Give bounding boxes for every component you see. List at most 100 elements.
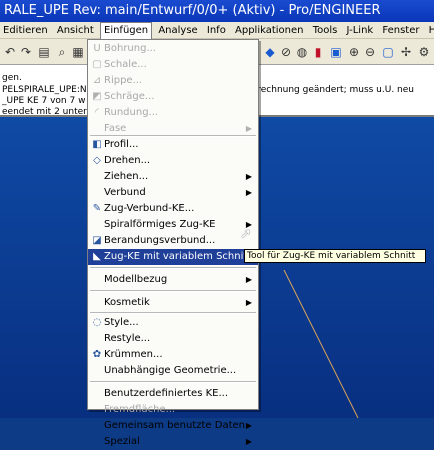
- menu-item-label: Berandungsverbund...: [104, 235, 216, 246]
- menu-item[interactable]: Fremdfläche...: [88, 402, 258, 418]
- menu-item-label: Zug-Verbund-KE...: [104, 203, 195, 214]
- mouse-cursor-icon: ➚: [240, 226, 252, 242]
- menu-item-label: Benutzerdefiniertes KE...: [104, 388, 228, 399]
- undo-icon[interactable]: ↶: [2, 44, 18, 60]
- menu-item[interactable]: Verbund ▶: [88, 185, 258, 201]
- menu-item-label: Krümmen...: [104, 349, 163, 360]
- menu-item-label: Zug-KE mit variablem Schnitt...: [104, 251, 261, 262]
- appearance-icon[interactable]: ◍: [294, 44, 310, 60]
- menu-item-label: Rippe...: [104, 75, 143, 86]
- menu-item-label: Ziehen...: [104, 171, 149, 182]
- menu-bar: Editieren Ansicht Einfügen Analyse Info …: [0, 22, 434, 39]
- menu-item[interactable]: Unabhängige Geometrie...: [88, 363, 258, 379]
- extrude-icon: ◧: [92, 139, 102, 150]
- menu-item-label: Fase: [104, 123, 127, 134]
- refit-icon[interactable]: ▢: [380, 44, 396, 60]
- revolve-icon: ◇: [93, 155, 101, 166]
- color-icon[interactable]: ▮: [310, 44, 326, 60]
- menu-item[interactable]: Fase ▶: [88, 121, 258, 137]
- submenu-arrow-icon: ▶: [245, 188, 252, 197]
- menu-item-label: Schräge...: [104, 91, 155, 102]
- menu-separator: [90, 267, 256, 269]
- round-icon: ◜: [95, 107, 99, 118]
- menu-ansicht[interactable]: Ansicht: [54, 22, 97, 39]
- submenu-arrow-icon: ▶: [245, 172, 252, 181]
- menu-item[interactable]: Modellbezug ▶: [88, 272, 258, 288]
- menu-item-label: Drehen...: [104, 155, 151, 166]
- menu-item-label: Verbund: [104, 187, 146, 198]
- einfuegen-dropdown-menu: U Bohrung... ▢ Schale... ⊿ Rippe... ◩ Schräge..…: [87, 39, 261, 447]
- menu-item[interactable]: ⊿ Rippe...: [88, 73, 258, 89]
- find-icon[interactable]: ⌕: [54, 44, 70, 60]
- menu-item-label: Unabhängige Geometrie...: [104, 365, 237, 376]
- menu-item[interactable]: Spiralförmiges Zug-KE ▶: [88, 217, 258, 233]
- menu-analyse[interactable]: Analyse: [155, 22, 200, 39]
- rib-icon: ⊿: [92, 75, 102, 86]
- menu-fenster[interactable]: Fenster: [379, 22, 422, 39]
- menu-item[interactable]: ◩ Schräge...: [88, 89, 258, 105]
- menu-item[interactable]: Gemeinsam benutzte Daten ▶: [88, 418, 258, 434]
- warp-icon: ✿: [92, 349, 102, 360]
- menu-item[interactable]: ◇ Drehen...: [88, 153, 258, 169]
- menu-separator: [90, 312, 256, 314]
- menu-item[interactable]: Ziehen... ▶: [88, 169, 258, 185]
- menu-item-label: Bohrung...: [104, 43, 156, 54]
- boundary-blend-icon: ◪: [92, 235, 102, 246]
- menu-applikationen[interactable]: Applikationen: [232, 22, 306, 39]
- menu-item[interactable]: Spezial ▶: [88, 434, 258, 450]
- menu-item[interactable]: Benutzerdefiniertes KE...: [88, 386, 258, 402]
- zoom-in-icon[interactable]: ⊕: [346, 44, 362, 60]
- view-manager-icon[interactable]: ▣: [328, 44, 344, 60]
- menu-item[interactable]: ▢ Schale...: [88, 57, 258, 73]
- menu-tools[interactable]: Tools: [310, 22, 341, 39]
- message-line: PELSPIRALE_UPE:N: [2, 85, 87, 95]
- menu-item-label: Kosmetik: [104, 297, 150, 308]
- menu-item[interactable]: ✿ Krümmen...: [88, 347, 258, 363]
- spin-icon[interactable]: ⊘: [278, 44, 294, 60]
- submenu-arrow-icon: ▶: [245, 124, 252, 133]
- copy-icon[interactable]: ▤: [36, 44, 52, 60]
- menu-item[interactable]: U Bohrung...: [88, 41, 258, 57]
- menu-item[interactable]: ◪ Berandungsverbund...: [88, 233, 258, 249]
- menu-info[interactable]: Info: [204, 22, 229, 39]
- menu-item[interactable]: Restyle...: [88, 331, 258, 347]
- message-line: _UPE KE 7 von 7 w: [2, 96, 86, 106]
- menu-item[interactable]: ◧ Profil...: [88, 137, 258, 153]
- zoom-out-icon[interactable]: ⊖: [362, 44, 378, 60]
- hole-icon: U: [93, 43, 101, 54]
- menu-item-label: Rundung...: [104, 107, 159, 118]
- datum-display-icon[interactable]: ◆: [262, 44, 278, 60]
- submenu-arrow-icon: ▶: [245, 275, 252, 284]
- redo-icon[interactable]: ↷: [18, 44, 34, 60]
- menu-item[interactable]: ✎ Zug-Verbund-KE...: [88, 201, 258, 217]
- variable-section-sweep-icon: ◣: [93, 251, 101, 262]
- menu-jlink[interactable]: J-Link: [344, 22, 377, 39]
- message-line: berechnung geändert; muss u.U. neu: [246, 85, 414, 95]
- menu-item-label: Gemeinsam benutzte Daten: [104, 420, 246, 431]
- saved-view-icon[interactable]: ⚙: [416, 44, 432, 60]
- style-icon: ◌: [92, 317, 102, 328]
- reorient-icon[interactable]: ✢: [398, 44, 414, 60]
- menu-hilfe[interactable]: Hilfe: [426, 22, 434, 39]
- menu-item[interactable]: ◣ Zug-KE mit variablem Schnitt...: [88, 249, 261, 265]
- select-icon[interactable]: ▦: [70, 44, 86, 60]
- menu-item[interactable]: ◜ Rundung...: [88, 105, 258, 121]
- submenu-arrow-icon: ▶: [245, 421, 252, 430]
- menu-separator: [90, 381, 256, 383]
- menu-item[interactable]: Kosmetik ▶: [88, 295, 258, 311]
- draft-icon: ◩: [92, 91, 102, 102]
- window-title: RALE_UPE Rev: main/Entwurf/0/0+ (Aktiv) …: [4, 3, 381, 18]
- message-line: gen.: [2, 73, 22, 83]
- tooltip: Tool für Zug-KE mit variablem Schnitt: [244, 249, 426, 263]
- menu-editieren[interactable]: Editieren: [0, 22, 51, 39]
- menu-item-label: Spezial: [104, 436, 140, 447]
- menu-item-label: Style...: [104, 317, 139, 328]
- menu-item-label: Profil...: [104, 139, 139, 150]
- shell-icon: ▢: [92, 59, 102, 70]
- menu-item-label: Spiralförmiges Zug-KE: [104, 219, 216, 230]
- menu-item[interactable]: ◌ Style...: [88, 315, 258, 331]
- menu-einfuegen[interactable]: Einfügen: [100, 22, 153, 39]
- submenu-arrow-icon: ▶: [245, 298, 252, 307]
- menu-separator: [90, 290, 256, 292]
- submenu-arrow-icon: ▶: [245, 437, 252, 446]
